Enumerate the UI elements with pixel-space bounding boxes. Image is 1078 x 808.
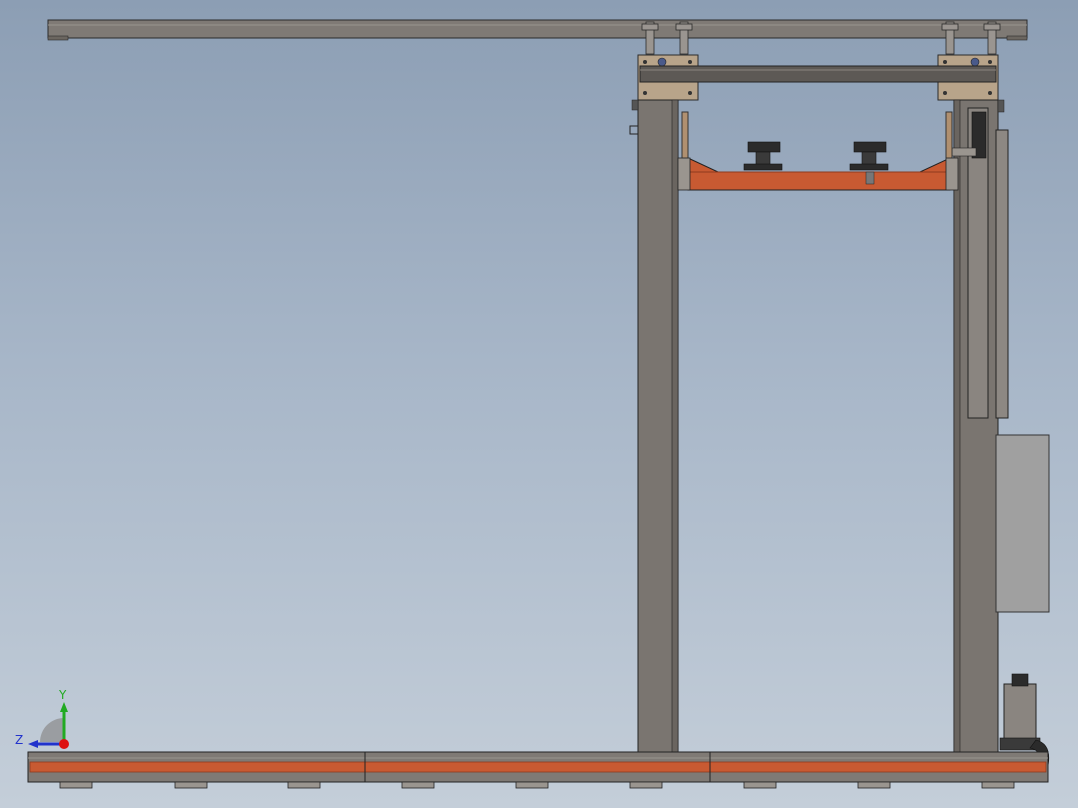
gripper-left[interactable] xyxy=(743,141,783,171)
triad-y-label: Y xyxy=(58,688,67,702)
left-column[interactable] xyxy=(629,99,679,753)
electrical-cabinet[interactable] xyxy=(995,434,1050,613)
base-rail[interactable] xyxy=(27,751,1049,783)
top-crossbar[interactable] xyxy=(639,65,997,83)
cad-graphics-viewport[interactable]: Y Z xyxy=(0,0,1078,808)
view-orientation-triad-icon[interactable]: Y Z xyxy=(15,688,69,749)
gripper-right[interactable] xyxy=(849,141,889,171)
lift-carriage[interactable] xyxy=(677,157,959,191)
top-overhead-beam[interactable] xyxy=(47,19,1028,41)
carriage-guide-rods xyxy=(681,111,953,159)
triad-z-label: Z xyxy=(15,733,23,747)
base-feet xyxy=(59,781,1015,789)
right-column[interactable] xyxy=(953,99,1009,753)
